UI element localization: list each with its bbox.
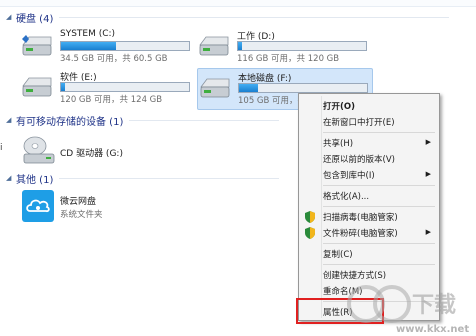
- menu-item-create-shortcut[interactable]: 创建快捷方式(S): [301, 268, 435, 282]
- menu-separator: [323, 264, 435, 265]
- menu-separator: [323, 132, 435, 133]
- group-header-removable[interactable]: ◢ 有可移动存储的设备 (1): [6, 113, 280, 128]
- menu-item-share[interactable]: 共享(H) ▶: [301, 136, 435, 150]
- collapse-chevron-icon: ◢: [6, 116, 12, 124]
- group-header-hard-disks[interactable]: ◢ 硬盘 (4): [6, 10, 450, 25]
- collapse-chevron-icon: ◢: [6, 174, 12, 182]
- folder-subtitle: 系统文件夹: [60, 210, 103, 220]
- left-pane-edge-text: i: [0, 143, 3, 153]
- menu-item-restore[interactable]: 还原以前的版本(V): [301, 152, 435, 166]
- svg-text:下载: 下载: [412, 292, 456, 318]
- menu-label: 创建快捷方式(S): [323, 271, 387, 281]
- hard-drive-icon: [22, 35, 52, 56]
- group-divider: [129, 119, 280, 121]
- drive-usage-bar: [60, 82, 190, 92]
- menu-separator: [323, 185, 435, 186]
- drive-name: CD 驱动器 (G:): [60, 149, 123, 159]
- menu-item-open-new-window[interactable]: 在新窗口中打开(E): [301, 115, 435, 129]
- menu-label: 打开(O): [323, 102, 355, 112]
- window-top-strip: [0, 0, 476, 7]
- drive-usage-bar: [238, 83, 368, 93]
- menu-label: 扫描病毒(电脑管家): [323, 213, 398, 223]
- menu-item-scan-virus[interactable]: 扫描病毒(电脑管家): [301, 210, 435, 224]
- menu-label: 包含到库中(I): [323, 171, 375, 181]
- menu-label: 共享(H): [323, 139, 354, 149]
- submenu-arrow-icon: ▶: [425, 170, 431, 178]
- menu-item-shred[interactable]: 文件粉碎(电脑管家) ▶: [301, 226, 435, 240]
- group-divider: [59, 16, 450, 18]
- drive-usage-bar: [60, 41, 190, 51]
- menu-label: 还原以前的版本(V): [323, 155, 395, 165]
- menu-label: 格式化(A)...: [323, 192, 370, 202]
- watermark-logo: 下载 www.kkx.net: [347, 285, 469, 335]
- menu-separator: [323, 206, 435, 207]
- hard-drive-icon: [22, 77, 52, 97]
- hard-drive-icon: [200, 78, 230, 98]
- drive-usage-bar: [237, 41, 367, 51]
- group-title: 硬盘 (4): [16, 13, 54, 25]
- menu-item-copy[interactable]: 复制(C): [301, 247, 435, 261]
- svg-text:www.kkx.net: www.kkx.net: [396, 324, 469, 335]
- folder-name: 微云网盘: [60, 197, 97, 207]
- group-title: 有可移动存储的设备 (1): [16, 116, 124, 128]
- menu-label: 文件粉碎(电脑管家): [323, 229, 398, 239]
- menu-separator: [323, 243, 435, 244]
- weiyun-cloud-icon: [22, 190, 54, 222]
- weiyun-folder[interactable]: 微云网盘 系统文件夹: [22, 190, 162, 224]
- menu-item-open[interactable]: 打开(O): [301, 99, 435, 113]
- group-title: 其他 (1): [16, 174, 54, 186]
- submenu-arrow-icon: ▶: [425, 228, 431, 236]
- cd-drive-icon: [23, 136, 55, 164]
- drive-d[interactable]: 工作 (D:) 116 GB 可用，共 120 GB: [197, 27, 373, 67]
- menu-item-include-library[interactable]: 包含到库中(I) ▶: [301, 168, 435, 182]
- shield-icon: [305, 211, 315, 223]
- shield-icon: [305, 227, 315, 239]
- drive-info: 116 GB 可用，共 120 GB: [237, 54, 340, 64]
- drive-info: 34.5 GB 可用，共 60.5 GB: [60, 54, 168, 64]
- drive-e[interactable]: 软件 (E:) 120 GB 可用，共 124 GB: [20, 68, 196, 108]
- menu-label: 在新窗口中打开(E): [323, 118, 395, 128]
- group-divider: [59, 177, 280, 179]
- drive-name: SYSTEM (C:): [60, 29, 116, 39]
- menu-item-format[interactable]: 格式化(A)...: [301, 189, 435, 203]
- submenu-arrow-icon: ▶: [425, 138, 431, 146]
- drive-g-cd[interactable]: CD 驱动器 (G:): [22, 134, 142, 168]
- drive-info: 120 GB 可用，共 124 GB: [60, 95, 163, 105]
- group-header-other[interactable]: ◢ 其他 (1): [6, 171, 280, 186]
- menu-label: 复制(C): [323, 250, 353, 260]
- hard-drive-icon: [199, 36, 229, 56]
- collapse-chevron-icon: ◢: [6, 13, 12, 21]
- drive-c[interactable]: SYSTEM (C:) 34.5 GB 可用，共 60.5 GB: [20, 27, 196, 67]
